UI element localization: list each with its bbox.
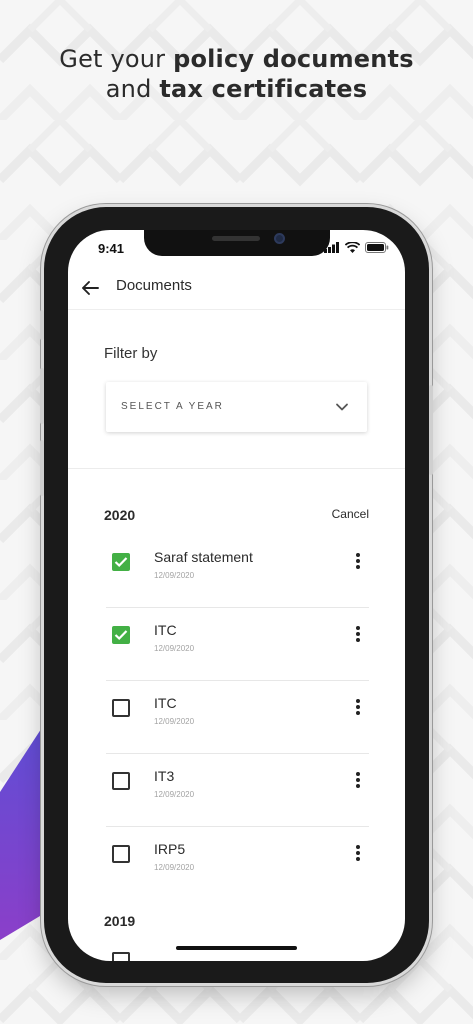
check-icon [114,630,128,641]
cellular-signal-icon [324,242,339,253]
list-item[interactable]: ITC 12/09/2020 [68,608,405,681]
phone-notch [144,230,330,256]
more-vertical-icon[interactable] [350,626,366,646]
headline-text: Get your [59,45,174,73]
promo-headline: Get your policy documents and tax certif… [0,44,473,104]
speaker-grille [212,236,260,241]
wifi-icon [345,242,360,253]
checkbox-unchecked[interactable] [112,952,130,961]
arrow-left-icon[interactable] [78,276,102,300]
more-vertical-icon[interactable] [350,699,366,719]
document-name: Saraf statement [154,549,253,565]
year-heading-2020: 2020 [104,507,136,523]
more-vertical-icon[interactable] [350,845,366,865]
phone-screen: 9:41 Documents Filter by SELECT A YEAR 2… [68,230,405,961]
document-date: 12/09/2020 [154,863,195,872]
list-item[interactable]: ITC 12/09/2020 [68,681,405,754]
checkbox-unchecked[interactable] [112,845,130,863]
year-heading-2019: 2019 [104,913,136,929]
more-vertical-icon[interactable] [350,553,366,573]
headline-bold: policy documents [173,45,414,73]
phone-side-button [40,310,44,340]
document-date: 12/09/2020 [154,644,195,653]
checkbox-checked[interactable] [112,626,130,644]
check-icon [114,557,128,568]
cancel-button[interactable]: Cancel [332,507,369,521]
page-title: Documents [116,277,192,294]
home-indicator [176,946,297,950]
status-icons [324,242,389,253]
document-name: IRP5 [154,841,186,857]
more-vertical-icon[interactable] [350,772,366,792]
document-name: IT3 [154,768,175,784]
chevron-down-icon [336,403,348,411]
status-time: 9:41 [98,241,125,256]
phone-side-button [40,368,44,424]
document-date: 12/09/2020 [154,790,195,799]
checkbox-checked[interactable] [112,553,130,571]
year-select[interactable]: SELECT A YEAR [106,382,367,432]
document-list: Saraf statement 12/09/2020 ITC 12/09/202… [68,535,405,900]
list-item[interactable]: IT3 12/09/2020 [68,754,405,827]
headline-bold: tax certificates [159,75,368,103]
app-bar: Documents [68,268,405,310]
document-name: ITC [154,622,177,638]
document-name: ITC [154,695,177,711]
front-camera [274,233,285,244]
section-divider [68,468,405,469]
document-date: 12/09/2020 [154,571,195,580]
headline-text: and [105,75,160,103]
checkbox-unchecked[interactable] [112,772,130,790]
filter-label: Filter by [104,345,158,362]
phone-side-button [40,440,44,496]
year-select-placeholder: SELECT A YEAR [121,401,224,412]
checkbox-unchecked[interactable] [112,699,130,717]
list-item[interactable]: IRP5 12/09/2020 [68,827,405,900]
battery-icon [365,242,389,253]
phone-side-button [429,385,433,475]
list-item[interactable]: Saraf statement 12/09/2020 [68,535,405,608]
document-date: 12/09/2020 [154,717,195,726]
